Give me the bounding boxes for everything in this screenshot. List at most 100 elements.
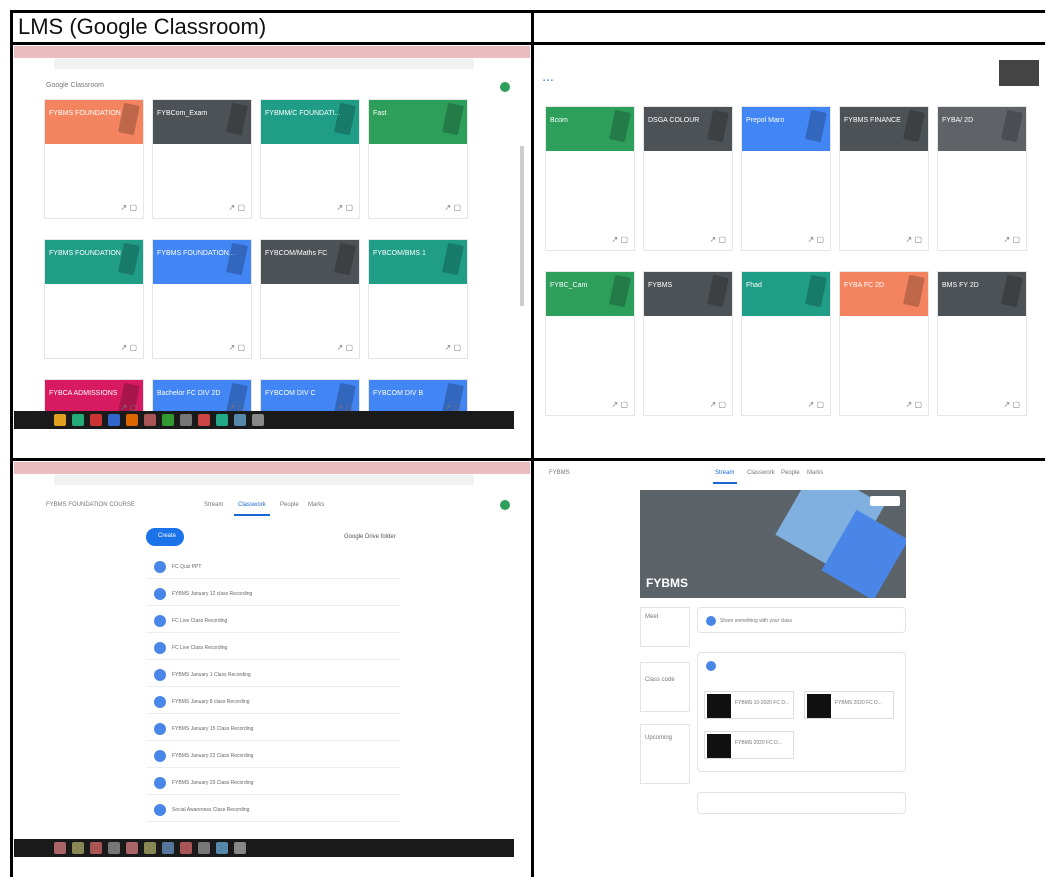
card-actions-icons[interactable]: ↗ ▢	[808, 400, 824, 409]
card-actions-icons[interactable]: ↗ ▢	[445, 343, 461, 352]
class-card[interactable]: FYBA FC 2D ↗ ▢	[839, 271, 929, 416]
class-card[interactable]: DSGA COLOUR ↗ ▢	[643, 106, 733, 251]
app-icon[interactable]	[144, 414, 156, 426]
drive-folder-link[interactable]: Google Drive folder	[344, 534, 396, 540]
app-icon[interactable]	[234, 414, 246, 426]
class-card-title[interactable]: FYBCA ADMISSIONS	[49, 390, 117, 397]
address-bar[interactable]	[54, 475, 474, 485]
app-icon[interactable]	[252, 414, 264, 426]
tab-stream[interactable]: Stream	[715, 470, 734, 476]
card-actions-icons[interactable]: ↗ ▢	[612, 400, 628, 409]
chrome-icon[interactable]	[54, 414, 66, 426]
class-card-title[interactable]: FYBCom_Exam	[157, 110, 207, 117]
app-icon[interactable]	[216, 842, 228, 854]
class-card[interactable]: Bcom ↗ ▢	[545, 106, 635, 251]
card-actions-icons[interactable]: ↗ ▢	[612, 235, 628, 244]
app-icon[interactable]	[108, 414, 120, 426]
class-card[interactable]: Fhad ↗ ▢	[741, 271, 831, 416]
create-button[interactable]: Create	[146, 528, 184, 546]
app-icon[interactable]	[162, 842, 174, 854]
class-card[interactable]: FYBMS ↗ ▢	[643, 271, 733, 416]
class-card-title[interactable]: FYBMS FOUNDATION	[49, 110, 121, 117]
class-card[interactable]: Prepol Maro ↗ ▢	[741, 106, 831, 251]
card-actions-icons[interactable]: ↗ ▢	[1004, 400, 1020, 409]
classwork-item[interactable]: FC Live Class Recording	[146, 611, 400, 633]
classwork-item[interactable]: FC Quiz PPT	[146, 557, 400, 579]
class-card[interactable]: BMS FY 2D ↗ ▢	[937, 271, 1027, 416]
tab-people[interactable]: People	[781, 470, 800, 476]
class-card[interactable]: FYBMS FINANCE ↗ ▢	[839, 106, 929, 251]
class-card-title[interactable]: FYBMS	[648, 282, 672, 289]
scrollbar[interactable]	[520, 146, 524, 306]
app-icon[interactable]	[234, 842, 246, 854]
card-actions-icons[interactable]: ↗ ▢	[229, 203, 245, 212]
tab-marks[interactable]: Marks	[308, 502, 324, 508]
class-card[interactable]: FYBCOM/BMS 1 ↗ ▢	[368, 239, 468, 359]
class-card-title[interactable]: Bcom	[550, 117, 568, 124]
classwork-item[interactable]: FYBMS January 12 class Recording	[146, 584, 400, 606]
customize-button[interactable]	[870, 496, 900, 506]
tab-classwork[interactable]: Classwork	[238, 502, 266, 508]
app-icon[interactable]	[108, 842, 120, 854]
class-card-title[interactable]: BMS FY 2D	[942, 282, 979, 289]
class-card-title[interactable]: FYBA/ 2D	[942, 117, 973, 124]
card-actions-icons[interactable]: ↗ ▢	[121, 343, 137, 352]
tab-marks[interactable]: Marks	[807, 470, 823, 476]
attachment[interactable]: FYBMS 10-2020 FC D...	[704, 691, 794, 719]
class-card[interactable]: FYBA/ 2D ↗ ▢	[937, 106, 1027, 251]
app-icon[interactable]	[126, 842, 138, 854]
class-card[interactable]: FYBCOM/Maths FC ↗ ▢	[260, 239, 360, 359]
app-icon[interactable]	[180, 414, 192, 426]
attachment[interactable]: FYBMS 2020 FC D...	[804, 691, 894, 719]
card-actions-icons[interactable]: ↗ ▢	[445, 203, 461, 212]
card-actions-icons[interactable]: ↗ ▢	[229, 343, 245, 352]
app-icon[interactable]	[198, 414, 210, 426]
classwork-item[interactable]: FYBMS January 1 Class Recording	[146, 665, 400, 687]
classwork-item[interactable]: FYBMS January 8 class Recording	[146, 692, 400, 714]
tab-people[interactable]: People	[280, 502, 299, 508]
toolbar-links[interactable]: ▪ ▪ ▪	[543, 78, 553, 84]
class-card[interactable]: FYBMM/C FOUNDATI... ↗ ▢	[260, 99, 360, 219]
app-icon[interactable]	[72, 842, 84, 854]
class-card-title[interactable]: FYBMS FINANCE	[844, 117, 901, 124]
classwork-item[interactable]: FYBMS January 15 Class Recording	[146, 719, 400, 741]
classwork-item[interactable]: FC Live Class Recording	[146, 638, 400, 660]
classwork-item[interactable]: FYBMS January 29 Class Recording	[146, 773, 400, 795]
announce-box[interactable]: Share something with your class	[697, 607, 906, 633]
card-actions-icons[interactable]: ↗ ▢	[710, 235, 726, 244]
app-icon[interactable]	[90, 842, 102, 854]
app-icon[interactable]	[162, 414, 174, 426]
pdf-icon[interactable]	[90, 414, 102, 426]
class-card-title[interactable]: FYBMS FOUNDATION	[49, 250, 121, 257]
class-card[interactable]: FYBMS FOUNDATION ↗ ▢	[44, 239, 144, 359]
address-bar[interactable]	[54, 59, 474, 69]
app-icon[interactable]	[126, 414, 138, 426]
card-actions-icons[interactable]: ↗ ▢	[710, 400, 726, 409]
tab-stream[interactable]: Stream	[204, 502, 223, 508]
class-card-title[interactable]: FYBC_Cam	[550, 282, 587, 289]
card-actions-icons[interactable]: ↗ ▢	[1004, 235, 1020, 244]
class-card-title[interactable]: Prepol Maro	[746, 117, 784, 124]
tab-classwork[interactable]: Classwork	[747, 470, 775, 476]
class-card-title[interactable]: FYBCOM DIV C	[265, 390, 316, 397]
class-card-title[interactable]: Fhad	[746, 282, 762, 289]
avatar[interactable]	[500, 82, 510, 92]
app-icon[interactable]	[72, 414, 84, 426]
class-card-title[interactable]: DSGA COLOUR	[648, 117, 699, 124]
class-card[interactable]: FYBMS FOUNDATION ↗ ▢	[44, 99, 144, 219]
class-card[interactable]: FYBC_Cam ↗ ▢	[545, 271, 635, 416]
attachment[interactable]: FYBMS 2020 FC D...	[704, 731, 794, 759]
card-actions-icons[interactable]: ↗ ▢	[121, 203, 137, 212]
card-actions-icons[interactable]: ↗ ▢	[337, 203, 353, 212]
comment-box[interactable]	[697, 792, 906, 814]
class-card-title[interactable]: FYBA FC 2D	[844, 282, 884, 289]
app-icon[interactable]	[180, 842, 192, 854]
card-actions-icons[interactable]: ↗ ▢	[906, 400, 922, 409]
class-card-title[interactable]: Bachelor FC DIV 2D	[157, 390, 220, 397]
classwork-item[interactable]: Social Awareness Class Recording	[146, 800, 400, 822]
class-card-title[interactable]: FYBMS FOUNDATION...	[157, 250, 235, 257]
class-card[interactable]: FYBCom_Exam ↗ ▢	[152, 99, 252, 219]
class-card[interactable]: Fast ↗ ▢	[368, 99, 468, 219]
card-actions-icons[interactable]: ↗ ▢	[337, 343, 353, 352]
app-icon[interactable]	[144, 842, 156, 854]
